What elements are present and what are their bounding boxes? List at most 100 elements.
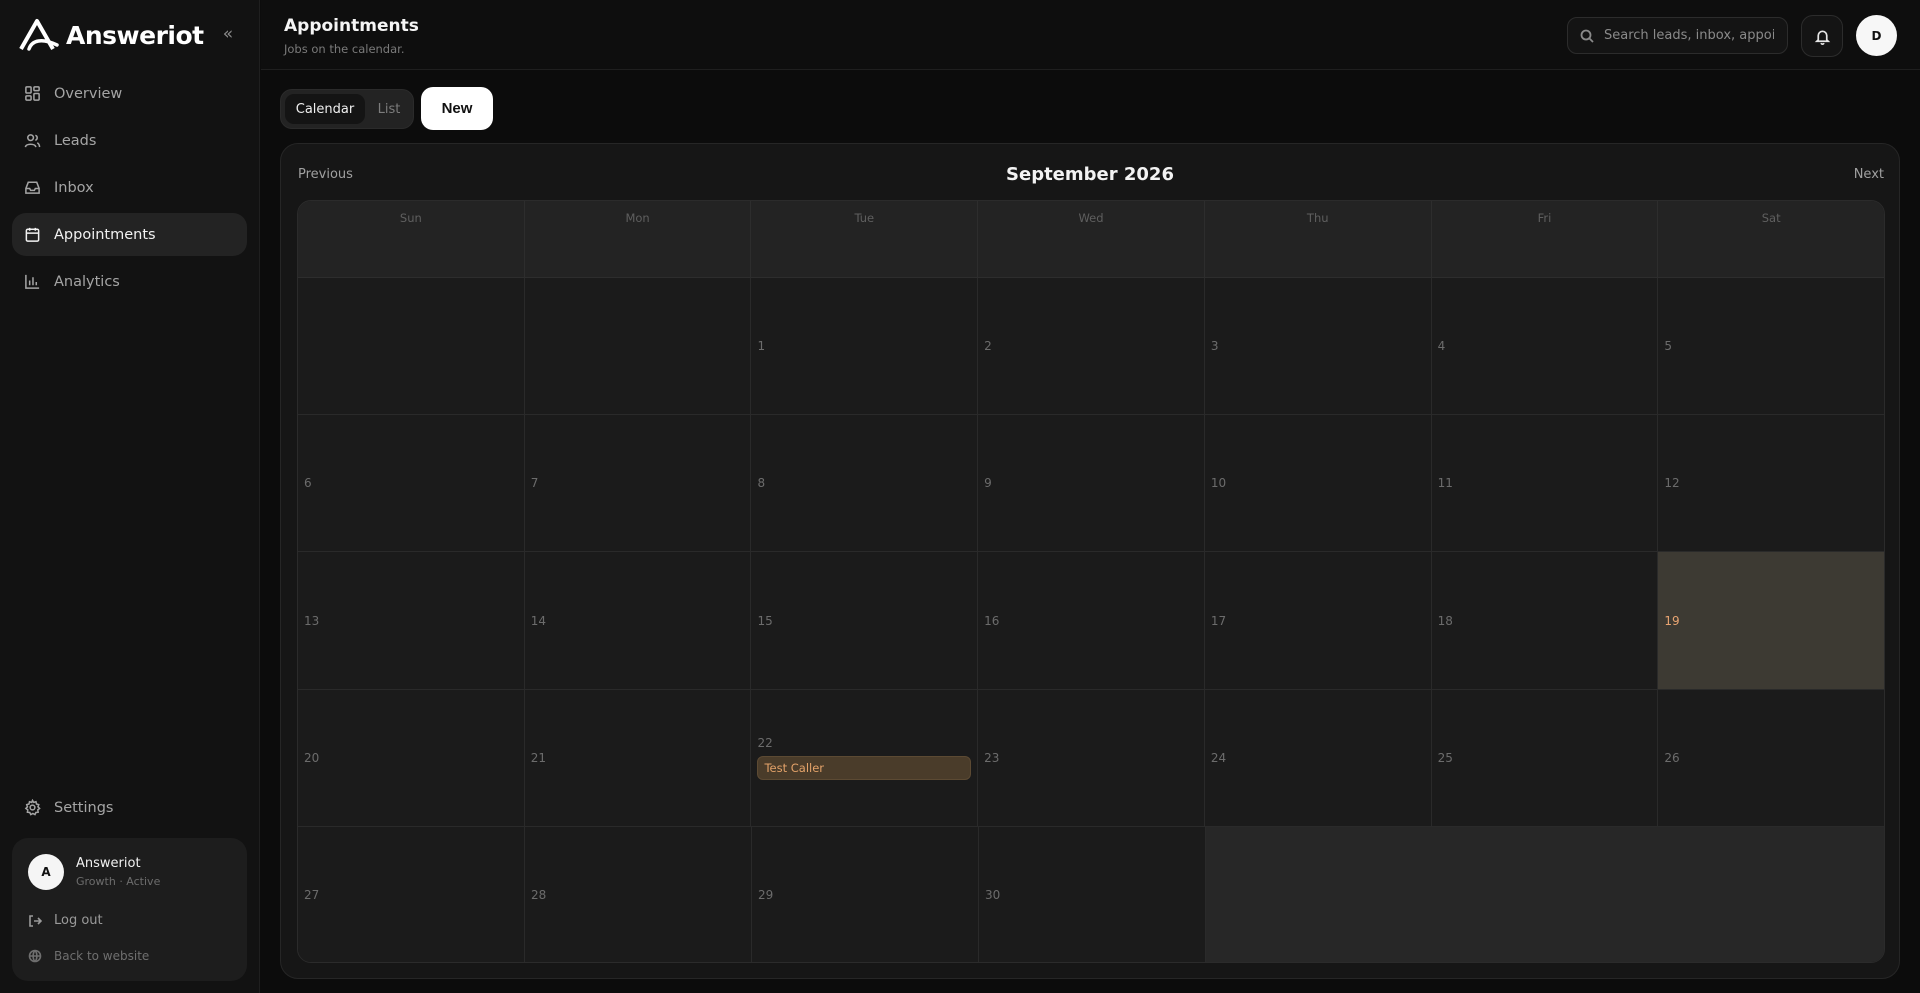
day-number: 1 <box>757 339 766 354</box>
calendar-day[interactable]: 18 <box>1431 552 1659 689</box>
gear-icon <box>24 799 41 816</box>
calendar-day[interactable]: 9 <box>978 415 1205 552</box>
day-number: 21 <box>530 750 546 765</box>
page-title: Appointments <box>284 16 419 36</box>
day-number: 15 <box>757 613 773 628</box>
calendar-day[interactable]: 10 <box>1204 415 1432 552</box>
calendar-trailing-empty <box>1206 826 1884 962</box>
sidebar-item-overview[interactable]: Overview <box>12 72 247 115</box>
day-number: 9 <box>984 476 992 491</box>
calendar-day[interactable]: 24 <box>1204 689 1432 826</box>
day-number: 11 <box>1437 476 1453 491</box>
calendar-day[interactable]: 21 <box>524 689 752 826</box>
calendar-day[interactable]: 7 <box>524 415 752 552</box>
sidebar-nav: Overview Leads Inbox Appointments Analyt… <box>12 72 247 307</box>
calendar-day[interactable]: 2 <box>978 278 1205 415</box>
weekday-wed: Wed <box>978 201 1205 277</box>
inbox-icon <box>25 181 40 194</box>
sidebar-item-analytics[interactable]: Analytics <box>12 260 247 303</box>
calendar-grid: Sun Mon Tue Wed Thu Fri Sat 1 2 3 4 5 6 … <box>297 200 1885 963</box>
day-number: 25 <box>1437 750 1453 765</box>
account-avatar[interactable]: A <box>28 854 64 890</box>
calendar-panel: Previous September 2026 Next Sun Mon Tue… <box>280 143 1900 979</box>
users-icon <box>24 134 41 148</box>
calendar-day[interactable]: 16 <box>978 552 1205 689</box>
calendar-day[interactable]: 6 <box>298 415 525 552</box>
back-to-website-link[interactable]: Back to website <box>28 949 149 963</box>
calendar-day[interactable]: 4 <box>1431 278 1659 415</box>
sidebar-item-leads[interactable]: Leads <box>12 119 247 162</box>
calendar-weeks: 1 2 3 4 5 6 7 8 9 10 11 12 13 14 15 16 1… <box>298 278 1884 962</box>
weekday-tue: Tue <box>751 201 979 277</box>
calendar-day-empty <box>298 278 525 415</box>
collapse-sidebar-icon[interactable]: « <box>218 24 238 44</box>
sidebar-item-settings[interactable]: Settings <box>12 786 247 829</box>
search-input[interactable] <box>1604 28 1774 43</box>
weekday-thu: Thu <box>1205 201 1432 277</box>
day-number: 27 <box>304 887 320 902</box>
day-number-today: 19 <box>1664 613 1680 628</box>
day-number: 16 <box>984 613 1000 628</box>
day-number: 4 <box>1437 339 1446 354</box>
calendar-day[interactable]: 23 <box>978 689 1205 826</box>
calendar-day[interactable]: 15 <box>751 552 979 689</box>
calendar-day[interactable]: 3 <box>1204 278 1432 415</box>
weekday-sun: Sun <box>298 201 525 277</box>
day-number: 28 <box>531 887 547 902</box>
user-avatar[interactable]: D <box>1856 15 1897 56</box>
calendar-day[interactable]: 26 <box>1658 689 1884 826</box>
day-number: 17 <box>1210 613 1227 628</box>
day-number: 29 <box>758 887 774 902</box>
day-number: 10 <box>1210 476 1227 491</box>
day-number: 18 <box>1437 613 1453 628</box>
calendar-day-today[interactable]: 19 <box>1658 552 1884 689</box>
week-row: 1 2 3 4 5 <box>298 278 1884 416</box>
tab-list[interactable]: List <box>367 94 411 124</box>
week-row: 27 28 29 30 <box>298 826 1884 962</box>
calendar-day[interactable]: 13 <box>298 552 525 689</box>
calendar-day[interactable]: 30 <box>979 826 1206 962</box>
day-number: 24 <box>1210 750 1227 765</box>
notifications-button[interactable] <box>1801 15 1843 57</box>
search-box[interactable] <box>1567 17 1788 54</box>
sidebar-item-inbox[interactable]: Inbox <box>12 166 247 209</box>
sidebar-item-label: Overview <box>54 85 123 102</box>
sidebar-item-appointments[interactable]: Appointments <box>12 213 247 256</box>
calendar-day[interactable]: 11 <box>1431 415 1659 552</box>
weekday-header-row: Sun Mon Tue Wed Thu Fri Sat <box>298 201 1884 278</box>
tab-calendar[interactable]: Calendar <box>285 94 365 124</box>
calendar-day[interactable]: 1 <box>751 278 979 415</box>
logo-mark-icon <box>19 19 59 51</box>
logout-button[interactable]: Log out <box>28 913 103 928</box>
account-plan: Growth · Active <box>76 875 161 888</box>
top-header: Appointments Jobs on the calendar. D <box>261 0 1920 70</box>
calendar-day[interactable]: 28 <box>525 826 752 962</box>
calendar-day[interactable]: 29 <box>752 826 979 962</box>
calendar-day[interactable]: 22 Test Caller <box>751 689 979 826</box>
new-appointment-button[interactable]: New <box>421 87 493 130</box>
next-month-button[interactable]: Next <box>1854 167 1884 182</box>
day-number: 13 <box>304 613 320 628</box>
calendar-icon <box>25 227 40 242</box>
logout-icon <box>29 914 42 927</box>
appointment-event[interactable]: Test Caller <box>757 755 972 780</box>
calendar-day[interactable]: 8 <box>751 415 979 552</box>
day-number: 8 <box>757 476 766 491</box>
day-number: 30 <box>985 887 1001 902</box>
calendar-day[interactable]: 14 <box>524 552 752 689</box>
app-logo[interactable]: Answeriot <box>18 17 204 53</box>
calendar-day[interactable]: 27 <box>298 826 525 962</box>
app-name: Answeriot <box>66 20 204 50</box>
calendar-day[interactable]: 17 <box>1204 552 1432 689</box>
back-to-website-label: Back to website <box>54 949 150 963</box>
calendar-day[interactable]: 5 <box>1658 278 1884 415</box>
sidebar-item-label: Inbox <box>54 179 94 196</box>
day-number: 7 <box>530 476 539 491</box>
day-number: 14 <box>530 613 546 628</box>
account-card: A Answeriot Growth · Active Log out Back… <box>12 838 247 981</box>
bar-chart-icon <box>25 274 40 289</box>
calendar-day[interactable]: 12 <box>1658 415 1884 552</box>
view-toggle: Calendar List <box>280 89 414 129</box>
calendar-day[interactable]: 20 <box>298 689 525 826</box>
calendar-day[interactable]: 25 <box>1431 689 1659 826</box>
